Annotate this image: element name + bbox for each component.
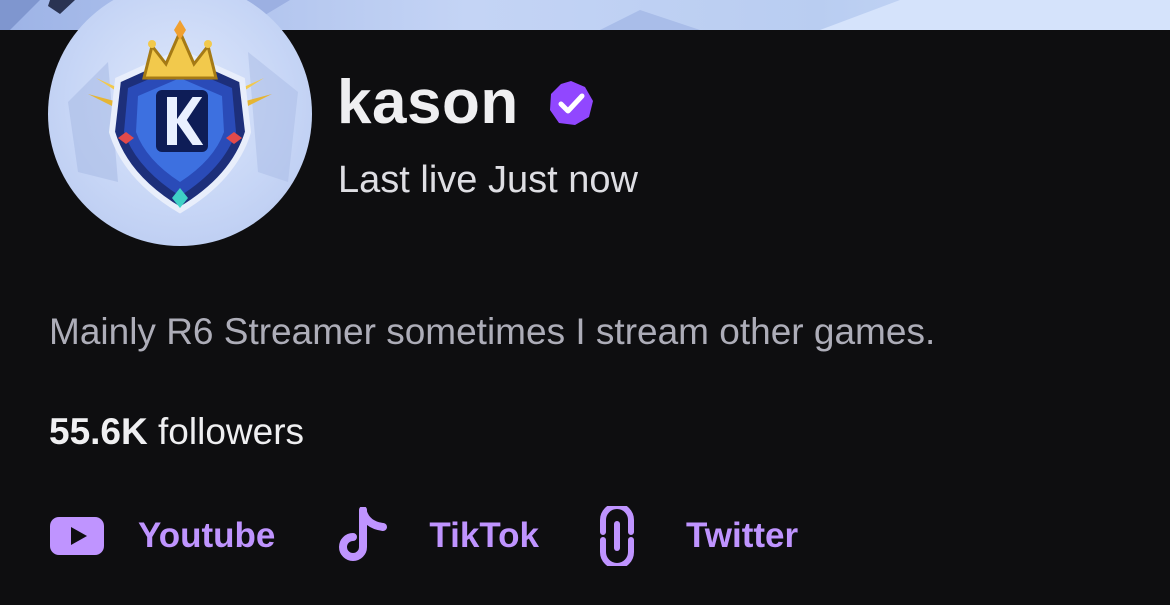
channel-name: kason bbox=[337, 68, 519, 137]
tiktok-link-label: TikTok bbox=[429, 516, 539, 555]
channel-about-panel: kason Last live Just now Mainly R6 Strea… bbox=[0, 0, 1170, 605]
youtube-link[interactable]: Youtube bbox=[49, 516, 275, 556]
verified-check-icon bbox=[547, 79, 595, 127]
social-links: Youtube TikTok Twitter bbox=[49, 505, 798, 567]
youtube-icon bbox=[49, 516, 105, 556]
twitter-link-label: Twitter bbox=[685, 516, 799, 555]
follower-count: 55.6K followers bbox=[49, 408, 304, 456]
youtube-link-label: Youtube bbox=[138, 516, 276, 555]
channel-name-row: kason bbox=[337, 68, 595, 138]
twitter-link[interactable]: Twitter bbox=[595, 506, 798, 566]
channel-bio: Mainly R6 Streamer sometimes I stream ot… bbox=[49, 311, 936, 352]
link-icon bbox=[595, 506, 639, 566]
tiktok-icon bbox=[335, 507, 391, 565]
channel-avatar[interactable] bbox=[48, 0, 312, 246]
tiktok-link[interactable]: TikTok bbox=[335, 507, 539, 565]
last-live-status: Last live Just now bbox=[338, 159, 638, 201]
follower-count-label: followers bbox=[158, 411, 305, 452]
follower-count-value: 55.6K bbox=[49, 411, 148, 452]
